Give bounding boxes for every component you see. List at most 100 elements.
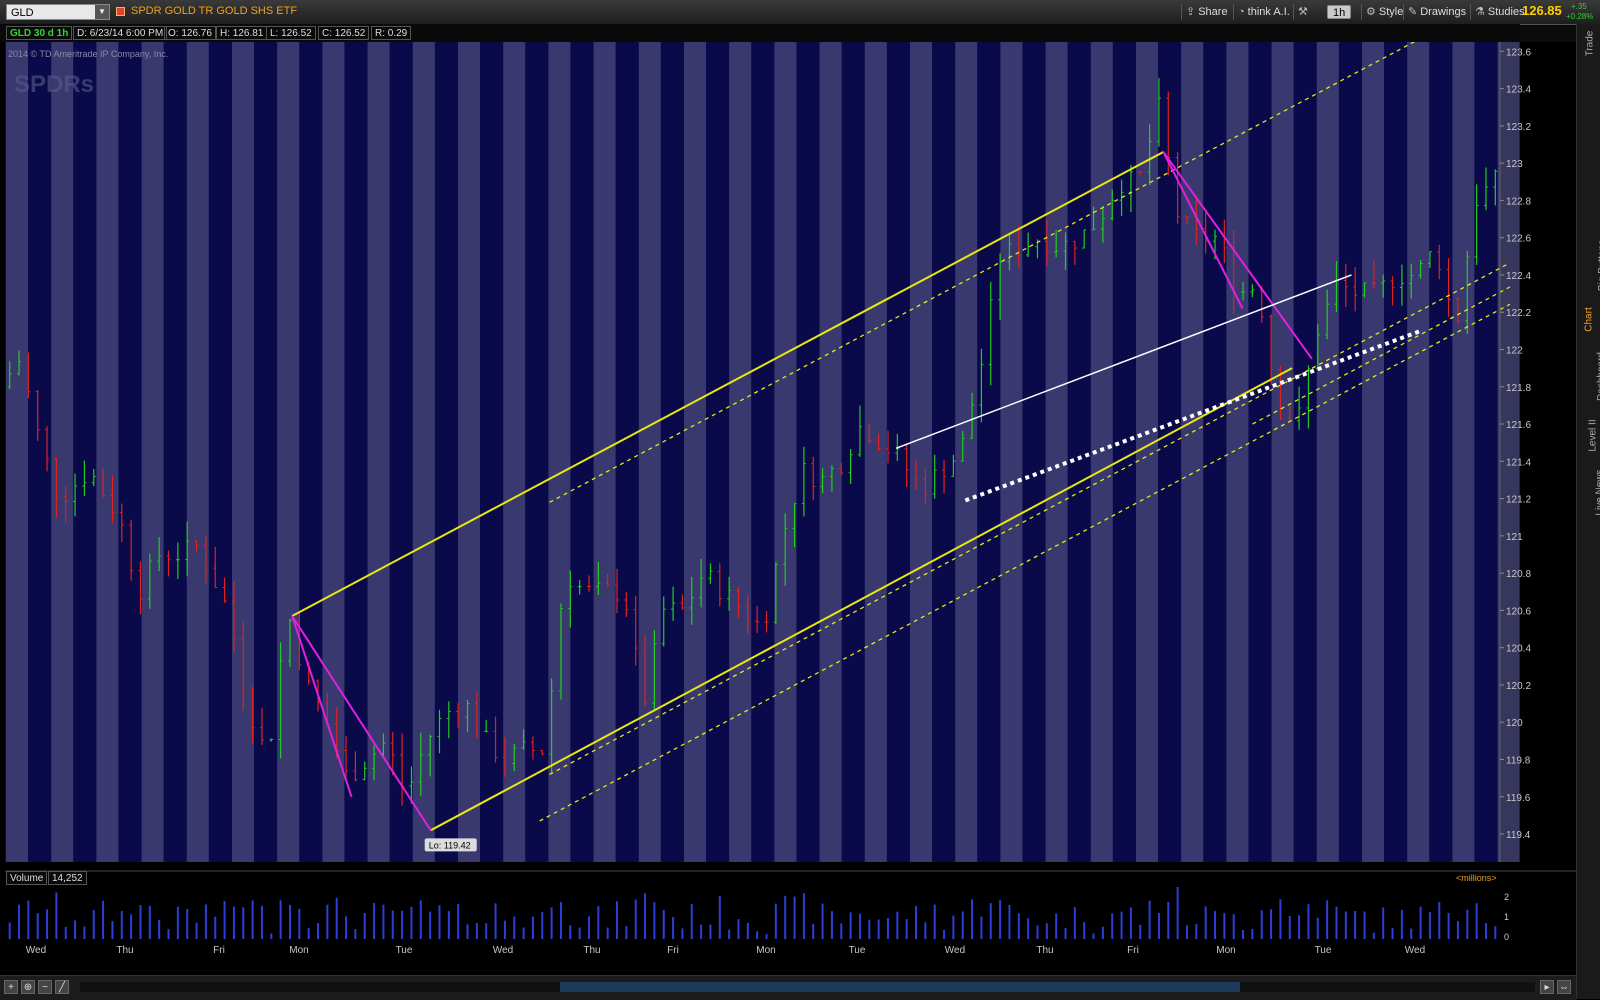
volume-bar [971, 899, 974, 939]
side-tab-active-trader[interactable]: Active Trader [1577, 164, 1600, 232]
zoom-in-icon[interactable]: + [4, 980, 18, 994]
settings-button[interactable]: ⚒ [1293, 4, 1315, 20]
volume-bar [232, 906, 235, 939]
volume-bar [1326, 900, 1329, 939]
session-band [684, 42, 706, 862]
volume-bar [503, 920, 506, 939]
chart-canvas[interactable]: 2014 © TD Ameritrade IP Company, Inc. SP… [0, 42, 1576, 975]
time-label: Thu [583, 945, 600, 956]
side-tab-trade[interactable]: Trade [1577, 26, 1600, 62]
volume-bar [849, 912, 852, 939]
time-label: Tue [396, 945, 413, 956]
price-tick-label: 122 [1506, 346, 1523, 357]
volume-bar [858, 913, 861, 939]
time-label: Thu [116, 945, 133, 956]
link-icon[interactable] [116, 7, 125, 16]
session-band [638, 42, 661, 862]
session-band [910, 42, 932, 862]
volume-bar [1083, 922, 1086, 939]
side-tab-label: Trade [1584, 30, 1596, 57]
side-tab-big-buttons[interactable]: Big Buttons [1577, 236, 1600, 296]
timeframe-button[interactable]: 1h [1327, 5, 1352, 19]
price-tick-label: 122.8 [1506, 196, 1531, 207]
low-value: L: 126.52 [266, 26, 316, 40]
volume-bar [915, 905, 918, 939]
side-tab-dashboard[interactable]: Dashboard [1577, 346, 1600, 408]
volume-bar [989, 903, 992, 939]
scroll-right-icon[interactable]: ▸ [1540, 980, 1554, 994]
flask-icon: ⚗ [1475, 6, 1485, 18]
drawings-button[interactable]: ✎ Drawings [1403, 4, 1470, 20]
session-band [1226, 42, 1249, 862]
studies-button[interactable]: ⚗ Studies [1470, 4, 1529, 20]
volume-bar [1157, 912, 1160, 939]
volume-bar [718, 896, 721, 939]
volume-bar [746, 922, 749, 939]
symbol-period: GLD 30 d 1h [6, 26, 73, 40]
share-icon: ⇪ [1186, 6, 1196, 18]
volume-bar [802, 893, 805, 939]
volume-bar [1027, 918, 1030, 939]
volume-bar [1447, 912, 1450, 939]
volume-bar [1111, 913, 1114, 939]
volume-bar [1055, 913, 1058, 939]
zoom-out-icon[interactable]: − [38, 980, 52, 994]
volume-bar [214, 916, 217, 939]
time-label: Wed [1405, 945, 1425, 956]
wrench-icon: ⚒ [1298, 6, 1308, 18]
volume-bar [494, 903, 497, 939]
close-value: C: 126.52 [318, 26, 370, 40]
style-button[interactable]: ⚙ Style [1361, 4, 1407, 20]
volume-bar [1382, 907, 1385, 939]
zoom-fit-icon[interactable]: ⊕ [21, 980, 35, 994]
time-label: Wed [945, 945, 965, 956]
style-icon: ⚙ [1366, 6, 1376, 18]
volume-bar [1307, 904, 1310, 939]
volume-bar [1354, 911, 1357, 939]
time-scrollbar[interactable] [80, 982, 1535, 992]
volume-bar [578, 927, 581, 939]
symbol-input[interactable]: GLD ▼ [6, 4, 110, 20]
side-tab-level-ii[interactable]: Level II [1577, 412, 1600, 460]
volume-bar [158, 919, 161, 939]
side-tab-times-and-sales[interactable]: Times And Sales [1577, 72, 1600, 154]
pencil-icon: ✎ [1408, 6, 1418, 18]
session-band [729, 42, 752, 862]
volume-bar [46, 909, 49, 939]
volume-bar [1204, 906, 1207, 939]
volume-bar [1017, 913, 1020, 939]
time-label: Mon [756, 945, 775, 956]
expand-icon[interactable]: ⇔ [1557, 980, 1571, 994]
volume-bar [550, 907, 553, 939]
volume-bar [1120, 911, 1123, 939]
watermark-logo: SPDRs [14, 71, 94, 98]
volume-bar [1363, 911, 1366, 939]
price-tick-label: 123.6 [1506, 47, 1531, 58]
volume-bar [1484, 923, 1487, 939]
think-ai-button[interactable]: ◔ think A.I. [1233, 4, 1294, 20]
volume-bar [1400, 909, 1403, 939]
price-tick-label: 123.2 [1506, 122, 1531, 133]
volume-bar [288, 904, 291, 939]
volume-bar [139, 905, 142, 939]
chevron-down-icon[interactable]: ▼ [95, 5, 109, 19]
side-tab-label: Level II [1587, 419, 1599, 452]
volume-bar [821, 903, 824, 939]
side-tab-live-news[interactable]: Live News [1577, 464, 1600, 522]
volume-bar [1185, 925, 1188, 939]
share-button[interactable]: ⇪ Share [1181, 4, 1232, 20]
volume-bar [1438, 901, 1441, 939]
volume-bar [1466, 909, 1469, 939]
side-tab-chart[interactable]: Chart [1577, 300, 1600, 340]
volume-bar [905, 919, 908, 939]
scroll-thumb[interactable] [560, 982, 1240, 992]
volume-bar [1419, 906, 1422, 939]
top-toolbar: GLD ▼ SPDR GOLD TR GOLD SHS ETF ⇪ Share ◔… [0, 0, 1600, 25]
volume-bar [681, 928, 684, 939]
time-label: Fri [1127, 945, 1139, 956]
draw-line-icon[interactable]: ╱ [55, 980, 69, 994]
volume-bar [223, 901, 226, 939]
volume-bar [531, 916, 534, 939]
volume-bar [1167, 902, 1170, 939]
high-value: H: 126.81 [216, 26, 268, 40]
